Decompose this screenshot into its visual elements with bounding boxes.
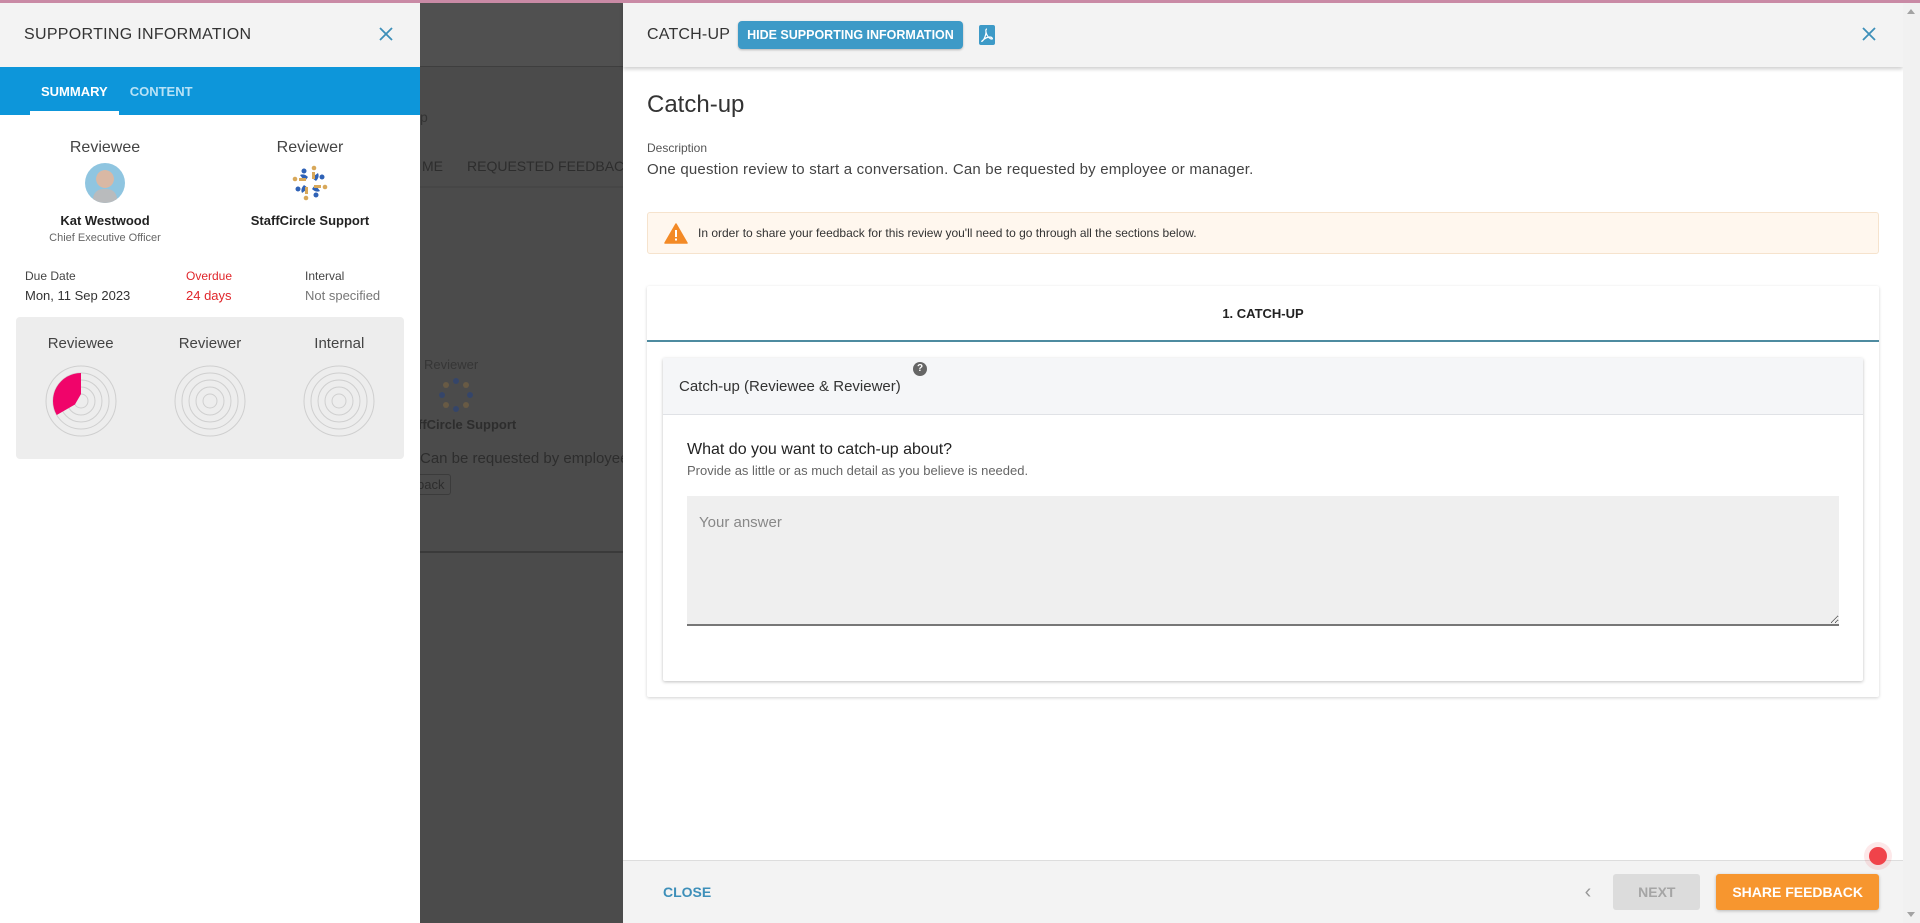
background-heading-partial: p bbox=[420, 109, 428, 125]
radar-progress-segment bbox=[52, 373, 81, 415]
reviewee-name: Kat Westwood bbox=[60, 213, 150, 228]
interval-value: Not specified bbox=[305, 288, 381, 303]
tab-content[interactable]: CONTENT bbox=[119, 67, 204, 115]
modal-body: Catch-up Description One question review… bbox=[623, 67, 1903, 697]
reviewer-card: Reviewer StaffCircle Support bbox=[210, 139, 410, 244]
progress-reviewer-label: Reviewer bbox=[178, 335, 242, 352]
review-heading: Catch-up bbox=[647, 91, 745, 118]
catch-up-review-modal: CATCH-UP HIDE SUPPORTING INFORMATION Cat… bbox=[623, 3, 1903, 923]
background-reviewer-label: Reviewer bbox=[424, 357, 479, 372]
background-button-partial: back bbox=[420, 474, 452, 495]
question-section-title: Catch-up (Reviewee & Reviewer) bbox=[679, 377, 901, 395]
overdue-value: 24 days bbox=[186, 288, 232, 303]
answer-textarea[interactable] bbox=[687, 496, 1839, 626]
page-scrollbar[interactable] bbox=[1903, 3, 1920, 923]
background-tab-partial: ME bbox=[422, 158, 443, 174]
interval-label: Interval bbox=[305, 269, 345, 283]
radar-ring bbox=[181, 372, 239, 430]
progress-summary: Reviewee Reviewer Internal bbox=[16, 317, 404, 459]
supporting-panel-tabs: SUMMARY CONTENT bbox=[0, 67, 420, 115]
background-divider-bottom bbox=[420, 551, 623, 553]
modal-title: CATCH-UP bbox=[647, 26, 731, 43]
background-tab-requested-feedback: REQUESTED FEEDBACK bbox=[467, 158, 623, 174]
background-description-partial: Can be requested by employee o bbox=[420, 450, 623, 467]
due-date: Due Date Mon, 11 Sep 2023 bbox=[25, 269, 186, 303]
interval: Interval Not specified bbox=[305, 269, 380, 303]
reviewee-job-title: Chief Executive Officer bbox=[49, 232, 161, 244]
radar-ring bbox=[303, 365, 375, 437]
modal-footer: CLOSE ‹ NEXT SHARE FEEDBACK bbox=[623, 847, 1903, 923]
progress-reviewee-radar bbox=[45, 365, 117, 437]
share-requirement-alert: In order to share your feedback for this… bbox=[647, 212, 1879, 254]
background-reviewer-name: ffCircle Support bbox=[420, 417, 517, 432]
overdue-label: Overdue bbox=[186, 269, 233, 283]
reviewee-avatar bbox=[85, 163, 125, 203]
footer-actions: ‹ NEXT SHARE FEEDBACK bbox=[1585, 874, 1879, 910]
close-button[interactable]: CLOSE bbox=[647, 876, 727, 908]
description-text: One question review to start a conversat… bbox=[647, 161, 1254, 178]
share-feedback-button[interactable]: SHARE FEEDBACK bbox=[1716, 874, 1879, 910]
reviewee-role-label: Reviewee bbox=[69, 139, 141, 156]
question-text: What do you want to catch-up about? bbox=[687, 441, 953, 458]
reviewer-name: StaffCircle Support bbox=[250, 213, 370, 228]
top-accent-strip bbox=[0, 0, 1920, 3]
tab-summary[interactable]: SUMMARY bbox=[30, 67, 119, 115]
background-page: p ME REQUESTED FEEDBACK Reviewer ffCircl… bbox=[420, 3, 623, 923]
pdf-icon[interactable] bbox=[978, 25, 995, 45]
scroll-up-arrow-icon[interactable] bbox=[1907, 9, 1915, 14]
progress-reviewer-radar bbox=[174, 365, 246, 437]
reviewee-card: Reviewee Kat Westwood Chief Executive Of… bbox=[0, 139, 210, 244]
review-participants: Reviewee Kat Westwood Chief Executive Of… bbox=[0, 115, 420, 244]
background-divider bbox=[420, 186, 623, 188]
progress-internal-label: Internal bbox=[314, 335, 365, 352]
review-meta: Due Date Mon, 11 Sep 2023 Overdue 24 day… bbox=[0, 244, 420, 303]
radar-ring bbox=[324, 386, 354, 416]
progress-internal: Internal bbox=[275, 335, 404, 459]
close-supporting-panel-icon[interactable] bbox=[376, 25, 396, 45]
recording-indicator-icon[interactable] bbox=[1869, 847, 1887, 865]
radar-ring bbox=[317, 379, 361, 423]
modal-header: CATCH-UP HIDE SUPPORTING INFORMATION bbox=[623, 3, 1903, 67]
question-section-header: Catch-up (Reviewee & Reviewer) ? bbox=[663, 358, 1863, 415]
background-staffcircle-logo-icon bbox=[439, 378, 473, 412]
overdue-status: Overdue 24 days bbox=[186, 269, 305, 303]
radar-ring bbox=[188, 379, 232, 423]
description-label: Description bbox=[647, 141, 708, 155]
staffcircle-logo-icon bbox=[292, 165, 328, 201]
question-card: Catch-up (Reviewee & Reviewer) ? What do… bbox=[663, 358, 1863, 681]
previous-button[interactable]: ‹ bbox=[1585, 881, 1592, 904]
review-section-card: 1. CATCH-UP Catch-up (Reviewee & Reviewe… bbox=[647, 286, 1879, 697]
alert-text: In order to share your feedback for this… bbox=[698, 226, 1197, 240]
due-date-value: Mon, 11 Sep 2023 bbox=[25, 288, 131, 303]
background-header bbox=[420, 3, 623, 67]
next-button[interactable]: NEXT bbox=[1613, 874, 1701, 910]
question-hint: Provide as little or as much detail as y… bbox=[687, 463, 1029, 478]
progress-reviewee-label: Reviewee bbox=[47, 335, 114, 352]
progress-reviewer: Reviewer bbox=[145, 335, 274, 459]
supporting-panel-title: SUPPORTING INFORMATION bbox=[24, 26, 252, 43]
section-tab-catch-up[interactable]: 1. CATCH-UP bbox=[647, 286, 1879, 342]
warning-icon bbox=[664, 222, 688, 244]
scroll-down-arrow-icon[interactable] bbox=[1907, 912, 1915, 917]
help-icon[interactable]: ? bbox=[913, 362, 927, 376]
radar-ring bbox=[174, 365, 246, 437]
radar-ring bbox=[310, 372, 368, 430]
question-body: What do you want to catch-up about? Prov… bbox=[663, 415, 1863, 681]
due-date-label: Due Date bbox=[25, 269, 76, 283]
close-modal-icon[interactable] bbox=[1859, 25, 1879, 45]
hide-supporting-information-button[interactable]: HIDE SUPPORTING INFORMATION bbox=[738, 21, 963, 49]
progress-internal-radar bbox=[303, 365, 375, 437]
reviewer-role-label: Reviewer bbox=[276, 139, 344, 156]
progress-reviewee: Reviewee bbox=[16, 335, 145, 459]
radar-ring bbox=[195, 386, 225, 416]
radar-ring bbox=[331, 393, 347, 409]
supporting-information-panel: SUPPORTING INFORMATION SUMMARY CONTENT R… bbox=[0, 3, 420, 923]
supporting-panel-header: SUPPORTING INFORMATION bbox=[0, 3, 420, 67]
radar-ring bbox=[202, 393, 218, 409]
